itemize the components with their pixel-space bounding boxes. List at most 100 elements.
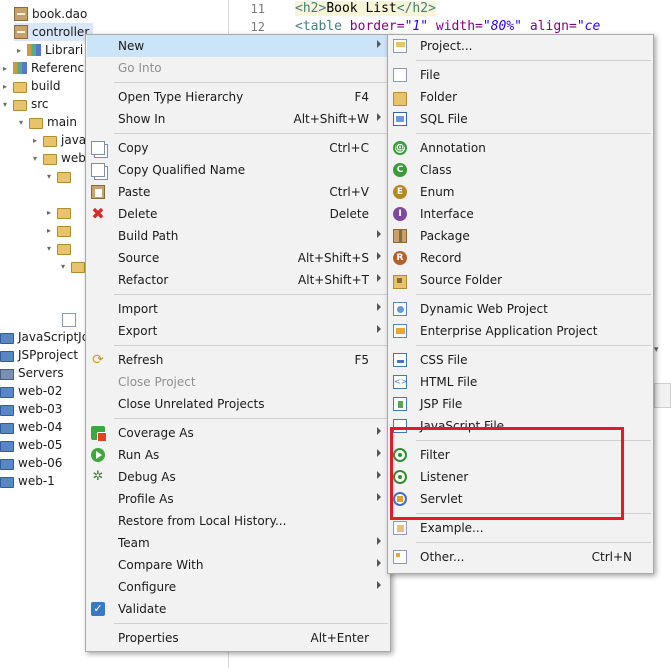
menu-item-shortcut: Alt+Shift+S <box>297 251 369 265</box>
coverage-icon <box>91 426 107 442</box>
view-toolbar[interactable] <box>654 383 671 408</box>
menu-item-new[interactable]: New <box>87 35 389 57</box>
tree-item-web-02[interactable]: web-02 <box>0 382 62 400</box>
menu-item-profile-as[interactable]: Profile As <box>87 488 389 510</box>
collapse-chevron-icon[interactable]: ▾ <box>58 261 68 271</box>
html-file-icon: <> <box>393 375 407 389</box>
expand-chevron-icon[interactable]: ▸ <box>14 45 24 55</box>
collapse-chevron-icon[interactable]: ▾ <box>16 117 26 127</box>
tree-item-collapsed[interactable]: ▾ <box>44 239 75 257</box>
chevron-down-icon[interactable]: ▾ <box>654 345 671 359</box>
menu-item-properties[interactable]: Properties Alt+Enter <box>87 627 389 649</box>
tree-item-references[interactable]: ▸ Referenc <box>0 59 84 77</box>
project-icon <box>0 422 14 434</box>
project-icon <box>0 404 14 416</box>
collapse-chevron-icon[interactable]: ▾ <box>44 243 54 253</box>
tree-item-label: build <box>31 79 61 93</box>
project-icon <box>0 476 14 488</box>
submenu-item-interface[interactable]: I Interface <box>389 203 652 225</box>
tree-item-javascriptjq[interactable]: JavaScriptJq <box>0 328 89 346</box>
menu-item-paste[interactable]: Paste Ctrl+V <box>87 181 389 203</box>
menu-item-team[interactable]: Team <box>87 532 389 554</box>
menu-item-delete[interactable]: ✖ Delete Delete <box>87 203 389 225</box>
submenu-arrow-icon <box>377 303 381 311</box>
menu-item-close-unrelated-projects[interactable]: Close Unrelated Projects <box>87 393 389 415</box>
submenu-item-enum[interactable]: E Enum <box>389 181 652 203</box>
menu-item-configure[interactable]: Configure <box>87 576 389 598</box>
menu-item-label: Enterprise Application Project <box>420 324 598 338</box>
expand-chevron-icon[interactable]: ▸ <box>0 63 10 73</box>
menu-item-run-as[interactable]: Run As <box>87 444 389 466</box>
tree-item-web-04[interactable]: web-04 <box>0 418 62 436</box>
code-text: Book List <box>326 1 397 16</box>
expand-chevron-icon[interactable]: ▸ <box>44 225 54 235</box>
submenu-item-example[interactable]: Example... <box>389 517 652 539</box>
tree-item-file[interactable] <box>62 311 80 329</box>
submenu-item-dynamic-web-project[interactable]: Dynamic Web Project <box>389 298 652 320</box>
menu-item-copy-qualified-name[interactable]: Copy Qualified Name <box>87 159 389 181</box>
menu-item-refactor[interactable]: Refactor Alt+Shift+T <box>87 269 389 291</box>
submenu-arrow-icon <box>377 274 381 282</box>
submenu-item-enterprise-application-project[interactable]: Enterprise Application Project <box>389 320 652 342</box>
menu-item-copy[interactable]: Copy Ctrl+C <box>87 137 389 159</box>
submenu-item-source-folder[interactable]: Source Folder <box>389 269 652 291</box>
submenu-item-package[interactable]: Package <box>389 225 652 247</box>
submenu-item-folder[interactable]: Folder <box>389 86 652 108</box>
menu-item-refresh[interactable]: ⟳ Refresh F5 <box>87 349 389 371</box>
tree-item-book-dao[interactable]: book.dao <box>14 5 87 23</box>
tree-item-java[interactable]: ▸ java <box>30 131 86 149</box>
menu-item-source[interactable]: Source Alt+Shift+S <box>87 247 389 269</box>
submenu-item-record[interactable]: R Record <box>389 247 652 269</box>
submenu-arrow-icon <box>377 40 381 48</box>
expand-chevron-icon[interactable]: ▸ <box>30 135 40 145</box>
tree-item-servers[interactable]: Servers <box>0 364 64 382</box>
collapse-chevron-icon[interactable]: ▾ <box>0 99 10 109</box>
other-wizard-icon <box>393 550 407 564</box>
tree-item-collapsed[interactable]: ▾ <box>44 167 75 185</box>
submenu-item-css-file[interactable]: CSS File <box>389 349 652 371</box>
submenu-item-other[interactable]: Other... Ctrl+N <box>389 546 652 568</box>
tree-item-web-05[interactable]: web-05 <box>0 436 62 454</box>
submenu-item-class[interactable]: C Class <box>389 159 652 181</box>
tree-item-web[interactable]: ▾ web <box>30 149 86 167</box>
code-line[interactable]: <h2>Book List</h2> <box>295 1 436 16</box>
menu-item-compare-with[interactable]: Compare With <box>87 554 389 576</box>
tree-item-label: Servers <box>18 366 64 380</box>
tree-item-web-1[interactable]: web-1 <box>0 472 55 490</box>
menu-item-restore-local-history[interactable]: Restore from Local History... <box>87 510 389 532</box>
collapse-chevron-icon[interactable]: ▾ <box>44 171 54 181</box>
expand-chevron-icon[interactable]: ▸ <box>44 207 54 217</box>
menu-separator <box>114 133 388 134</box>
expand-chevron-icon[interactable]: ▸ <box>0 81 10 91</box>
menu-item-debug-as[interactable]: ✲ Debug As <box>87 466 389 488</box>
submenu-item-sql-file[interactable]: SQL File <box>389 108 652 130</box>
tree-item-collapsed[interactable]: ▸ <box>44 203 75 221</box>
menu-item-coverage-as[interactable]: Coverage As <box>87 422 389 444</box>
tree-item-src[interactable]: ▾ src <box>0 95 49 113</box>
menu-item-build-path[interactable]: Build Path <box>87 225 389 247</box>
collapse-chevron-icon[interactable]: ▾ <box>30 153 40 163</box>
submenu-item-project[interactable]: Project... <box>389 35 652 57</box>
tree-item-main[interactable]: ▾ main <box>16 113 77 131</box>
menu-item-validate[interactable]: ✓ Validate <box>87 598 389 620</box>
submenu-item-jsp-file[interactable]: JSP File <box>389 393 652 415</box>
tree-item-web-06[interactable]: web-06 <box>0 454 62 472</box>
tree-item-build[interactable]: ▸ build <box>0 77 61 95</box>
tree-item-libraries[interactable]: ▸ Librari <box>14 41 83 59</box>
tree-item-collapsed[interactable]: ▸ <box>44 221 75 239</box>
folder-icon <box>57 207 71 219</box>
submenu-item-html-file[interactable]: <> HTML File <box>389 371 652 393</box>
code-line[interactable]: <table border="1" width="80%" align="ce <box>295 19 600 34</box>
submenu-item-file[interactable]: File <box>389 64 652 86</box>
submenu-item-annotation[interactable]: @ Annotation <box>389 137 652 159</box>
menu-item-label: Build Path <box>118 229 179 243</box>
tree-item-web-03[interactable]: web-03 <box>0 400 62 418</box>
menu-item-go-into[interactable]: Go Into <box>87 57 389 79</box>
menu-item-open-type-hierarchy[interactable]: Open Type Hierarchy F4 <box>87 86 389 108</box>
menu-item-export[interactable]: Export <box>87 320 389 342</box>
menu-item-close-project[interactable]: Close Project <box>87 371 389 393</box>
tree-item-jspproject[interactable]: JSPproject <box>0 346 78 364</box>
tree-item-controller[interactable]: controller <box>14 23 94 41</box>
menu-item-show-in[interactable]: Show In Alt+Shift+W <box>87 108 389 130</box>
menu-item-import[interactable]: Import <box>87 298 389 320</box>
